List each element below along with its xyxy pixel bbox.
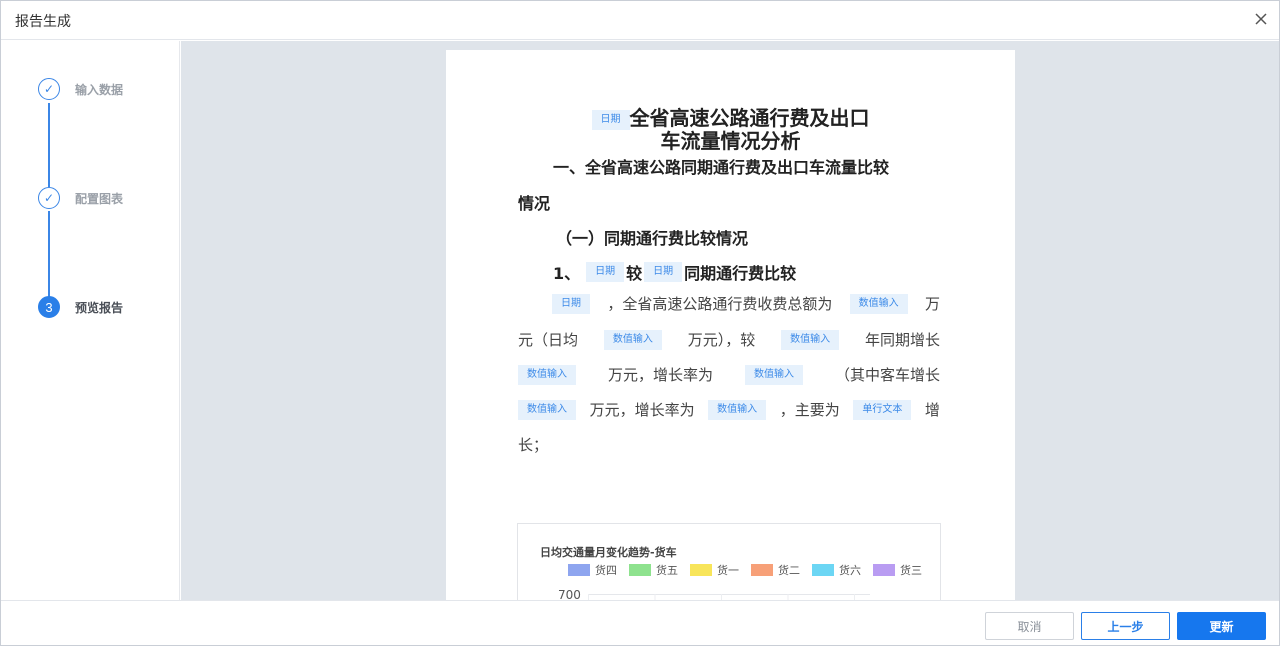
item-mid: 较 [626, 264, 643, 283]
chart-legend: 货四 货五 货一 货二 货六 货三 [568, 562, 922, 578]
legend-swatch [751, 564, 773, 576]
legend-swatch [873, 564, 895, 576]
text-input-tag[interactable]: 单行文本 [853, 399, 912, 420]
legend-item[interactable]: 货一 [690, 562, 739, 578]
number-input-tag[interactable]: 数值输入 [603, 329, 662, 350]
previous-step-button[interactable]: 上一步 [1081, 612, 1170, 640]
item-suffix: 同期通行费比较 [684, 264, 797, 283]
legend-item[interactable]: 货六 [812, 562, 861, 578]
check-icon: ✓ [38, 187, 60, 209]
close-icon[interactable] [1253, 11, 1269, 27]
cancel-button[interactable]: 取消 [985, 612, 1074, 640]
dialog-footer: 取消 上一步 更新 [1, 600, 1279, 645]
legend-label: 货二 [778, 564, 800, 577]
preview-canvas[interactable]: 日期 全省高速公路通行费及出口 车流量情况分析 一、全省高速公路同期通行费及出口车… [181, 41, 1279, 600]
legend-label: 货六 [839, 564, 861, 577]
doc-title-line2: 车流量情况分析 [660, 129, 801, 153]
step-input-data[interactable]: ✓ 输入数据 [38, 78, 123, 100]
paragraph-text: 长； [518, 436, 549, 454]
legend-label: 货三 [900, 564, 922, 577]
paragraph-text: 年同期增长 [864, 331, 940, 349]
legend-swatch [812, 564, 834, 576]
legend-label: 货一 [717, 564, 739, 577]
steps-sidebar: ✓ 输入数据 ✓ 配置图表 3 预览报告 [1, 41, 180, 600]
paragraph-text: 万元，增长率为 [589, 401, 695, 419]
legend-label: 货四 [595, 564, 617, 577]
legend-swatch [629, 564, 651, 576]
date-tag[interactable]: 日期 [586, 262, 625, 282]
item-heading: 1、 日期 较 日期 同期通行费比较 [553, 260, 796, 284]
paragraph-line: 元（日均 数值输入 万元），较 数值输入 年同期增长 [518, 329, 940, 350]
dialog-titlebar: 报告生成 [1, 1, 1279, 40]
paragraph-line: 数值输入 万元，增长率为 数值输入 （其中客车增长 [518, 364, 940, 385]
update-button[interactable]: 更新 [1177, 612, 1266, 640]
number-input-tag[interactable]: 数值输入 [518, 399, 576, 420]
paragraph-text: 万元），较 [687, 331, 756, 349]
report-dialog: 报告生成 ✓ 输入数据 ✓ 配置图表 3 预览报告 日期 全省高速公路通行费及出口… [0, 0, 1280, 646]
number-input-tag[interactable]: 数值输入 [518, 364, 576, 385]
step-connector [48, 103, 50, 187]
subsection-heading: （一）同期通行费比较情况 [556, 229, 749, 248]
paragraph-text: 元（日均 [518, 331, 579, 349]
paragraph-text: 万 [924, 295, 940, 313]
legend-item[interactable]: 货五 [629, 562, 678, 578]
traffic-chart[interactable]: 日均交通量月变化趋势-货车 货四 货五 货一 货二 货六 货三 700 [517, 523, 941, 600]
step-configure-chart[interactable]: ✓ 配置图表 [38, 187, 123, 209]
legend-item[interactable]: 货二 [751, 562, 800, 578]
report-page: 日期 全省高速公路通行费及出口 车流量情况分析 一、全省高速公路同期通行费及出口车… [446, 50, 1015, 600]
paragraph-text: 增 [924, 401, 940, 419]
number-input-tag[interactable]: 数值输入 [708, 399, 767, 420]
paragraph-text: ，全省高速公路通行费收费总额为 [607, 295, 833, 313]
legend-item[interactable]: 货三 [873, 562, 922, 578]
date-tag[interactable]: 日期 [644, 262, 683, 282]
legend-swatch [568, 564, 590, 576]
paragraph-line: 长； [518, 434, 940, 455]
paragraph-text: 万元，增长率为 [607, 366, 713, 384]
dialog-title: 报告生成 [15, 14, 71, 30]
step-label: 预览报告 [75, 300, 124, 315]
paragraph-text: （其中客车增长 [834, 366, 940, 384]
section-heading: 一、全省高速公路同期通行费及出口车流量比较 [553, 158, 890, 177]
check-icon: ✓ [38, 78, 60, 100]
section-heading-wrap: 情况 [518, 194, 551, 213]
step-connector [48, 211, 50, 297]
step-number-badge: 3 [38, 296, 60, 318]
date-tag[interactable]: 日期 [552, 293, 590, 314]
number-input-tag[interactable]: 数值输入 [849, 293, 908, 314]
number-input-tag[interactable]: 数值输入 [744, 364, 803, 385]
chart-title: 日均交通量月变化趋势-货车 [540, 546, 677, 559]
legend-swatch [690, 564, 712, 576]
step-label: 输入数据 [75, 82, 124, 97]
item-prefix: 1、 [553, 264, 581, 283]
paragraph-text: ，主要为 [779, 401, 840, 419]
legend-label: 货五 [656, 564, 678, 577]
step-label: 配置图表 [75, 191, 124, 206]
y-tick-label: 700 [558, 588, 581, 600]
legend-item[interactable]: 货四 [568, 562, 617, 578]
step-preview-report[interactable]: 3 预览报告 [38, 296, 123, 318]
paragraph-line: 日期 ，全省高速公路通行费收费总额为 数值输入 万 [552, 293, 940, 314]
number-input-tag[interactable]: 数值输入 [781, 329, 840, 350]
paragraph-line: 数值输入 万元，增长率为 数值输入 ，主要为 单行文本 增 [518, 399, 940, 420]
